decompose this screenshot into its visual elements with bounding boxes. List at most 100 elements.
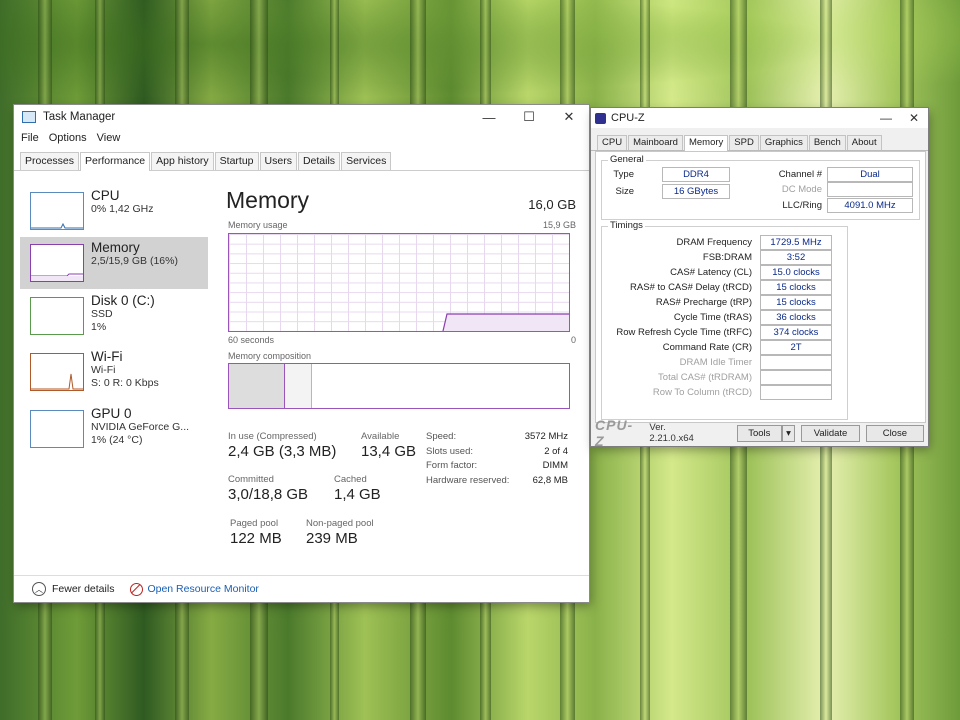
tab-spd[interactable]: SPD [729, 135, 759, 150]
tab-cpu[interactable]: CPU [597, 135, 628, 150]
memory-usage-max: 15,9 GB [542, 220, 576, 230]
tab-details[interactable]: Details [297, 152, 341, 170]
sidebar-item-gpu[interactable]: GPU 0 NVIDIA GeForce G... 1% (24 °C) [20, 403, 208, 455]
tab-users[interactable]: Users [259, 152, 297, 170]
tab-bench[interactable]: Bench [808, 135, 846, 150]
memory-panel: Memory 16,0 GB Memory usage 15,9 GB 60 s… [226, 185, 576, 580]
memory-composition-label: Memory composition [228, 351, 312, 361]
cpuz-window-title: CPU-Z [611, 112, 645, 124]
tab-services[interactable]: Services [341, 152, 392, 170]
detail-slots: Slots used: 2 of 4 [426, 445, 568, 457]
group-title: Timings [608, 220, 645, 231]
detail-hardware-reserved: Hardware reserved: 62,8 MB [426, 474, 568, 486]
close-button[interactable]: ✕ [549, 109, 589, 125]
wifi-thumbnail-graph [30, 353, 84, 391]
tools-button[interactable]: Tools [736, 424, 782, 442]
sidebar-item-disk[interactable]: Disk 0 (C:) SSD 1% [20, 290, 208, 342]
stat-cached: Cached 1,4 GB [334, 474, 381, 503]
minimize-button[interactable]: — [469, 110, 509, 125]
timing-label: FSB:DRAM [702, 252, 752, 263]
menu-file[interactable]: File [21, 132, 39, 144]
timing-value: 1729.5 MHz [760, 235, 832, 250]
gpu-thumbnail-graph [30, 410, 84, 448]
page-title: Memory [226, 187, 310, 213]
graph-time-span: 60 seconds [228, 335, 275, 345]
sidebar-item-label: CPU [91, 188, 120, 203]
timing-label: Cycle Time (tRAS) [673, 312, 752, 323]
resource-monitor-icon [130, 582, 144, 596]
tab-memory[interactable]: Memory [683, 135, 729, 151]
llc-ring-value: 4091.0 MHz [827, 198, 913, 213]
timing-value [760, 355, 832, 370]
timings-group: Timings DRAM Frequency 1729.5 MHz FSB:DRAM… [601, 220, 848, 420]
disk-thumbnail-graph [30, 297, 84, 335]
validate-button[interactable]: Validate [801, 424, 860, 442]
memory-thumbnail-graph [30, 244, 84, 282]
tab-mainboard[interactable]: Mainboard [628, 135, 683, 150]
chevron-up-icon[interactable]: ︿ [32, 582, 46, 596]
sidebar-item-cpu[interactable]: CPU 0% 1,42 GHz [20, 185, 208, 237]
open-resource-monitor-link[interactable]: Open Resource Monitor [147, 583, 258, 595]
timing-label: Command Rate (CR) [662, 342, 752, 353]
title-bar[interactable]: Task Manager — ☐ ✕ [14, 105, 589, 129]
memory-composition-bar [228, 363, 570, 409]
maximize-button[interactable]: ☐ [509, 109, 549, 125]
detail-speed: Speed: 3572 MHz [426, 431, 568, 442]
cpuz-minimize-button[interactable]: — [872, 111, 900, 125]
tab-app-history[interactable]: App history [151, 152, 214, 170]
cpuz-memory-panel: General Type DDR4 Size 16 GBytes Channel… [595, 151, 926, 423]
sidebar-item-wifi[interactable]: Wi-Fi Wi-Fi S: 0 R: 0 Kbps [20, 346, 208, 398]
llc-ring-label: LLC/Ring [782, 200, 822, 211]
sidebar-item-label: Wi-Fi [91, 349, 123, 364]
sidebar-item-memory[interactable]: Memory 2,5/15,9 GB (16%) [20, 237, 208, 289]
timing-value: 3:52 [760, 250, 832, 265]
composition-modified [285, 364, 312, 408]
cpuz-title-bar[interactable]: CPU-Z — ✕ [591, 108, 928, 128]
channel-value: Dual [827, 167, 913, 182]
type-label: Type [613, 169, 634, 180]
cpuz-app-icon [595, 112, 606, 124]
stat-in-use: In use (Compressed) 2,4 GB (3,3 MB) [228, 431, 337, 460]
stat-committed: Committed 3,0/18,8 GB [228, 474, 309, 503]
memory-usage-label: Memory usage [228, 220, 288, 230]
timing-value: 15 clocks [760, 295, 832, 310]
detail-form-factor: Form factor: DIMM [426, 460, 568, 471]
sidebar-item-detail: 2,5/15,9 GB (16%) [91, 255, 178, 267]
timing-value: 36 clocks [760, 310, 832, 325]
sidebar-item-label: Disk 0 (C:) [91, 293, 155, 308]
stat-available: Available 13,4 GB [361, 431, 417, 460]
cpuz-close-button[interactable]: ✕ [900, 111, 928, 125]
sidebar-item-detail: Wi-Fi [91, 364, 116, 376]
size-value: 16 GBytes [662, 184, 730, 199]
tab-performance[interactable]: Performance [80, 152, 151, 171]
group-title: General [608, 154, 646, 165]
timing-value [760, 370, 832, 385]
timing-label: Row Refresh Cycle Time (tRFC) [616, 327, 752, 338]
timing-value [760, 385, 832, 400]
sidebar-item-detail: 1% [91, 321, 107, 333]
tab-graphics[interactable]: Graphics [759, 135, 808, 150]
channel-label: Channel # [778, 169, 822, 180]
menu-view[interactable]: View [97, 132, 121, 144]
task-manager-icon [22, 111, 36, 123]
tools-dropdown-icon[interactable]: ▾ [781, 424, 796, 442]
menu-options[interactable]: Options [49, 132, 87, 144]
dc-mode-value [827, 182, 913, 197]
timing-label: RAS# to CAS# Delay (tRCD) [630, 282, 752, 293]
menu-bar: File Options View [14, 129, 589, 147]
task-manager-window: Task Manager — ☐ ✕ File Options View Pro… [14, 105, 589, 602]
tab-about[interactable]: About [846, 135, 882, 150]
tab-startup[interactable]: Startup [214, 152, 259, 170]
timing-label: Row To Column (tRCD) [652, 387, 752, 398]
timing-value: 374 clocks [760, 325, 832, 340]
fewer-details-link[interactable]: Fewer details [52, 583, 114, 595]
timing-label: DRAM Frequency [676, 237, 753, 248]
close-app-button[interactable]: Close [865, 424, 925, 442]
timing-label: CAS# Latency (CL) [670, 267, 752, 278]
tab-processes[interactable]: Processes [20, 152, 80, 170]
cpuz-tab-strip: CPU Mainboard Memory SPD Graphics Bench … [591, 133, 928, 151]
composition-in-use [229, 364, 285, 408]
performance-sidebar: CPU 0% 1,42 GHz Memory 2,5/15,9 GB (16%)… [20, 185, 208, 580]
sidebar-item-detail: S: 0 R: 0 Kbps [91, 377, 159, 389]
task-manager-footer: ︿ Fewer details Open Resource Monitor [14, 575, 589, 602]
